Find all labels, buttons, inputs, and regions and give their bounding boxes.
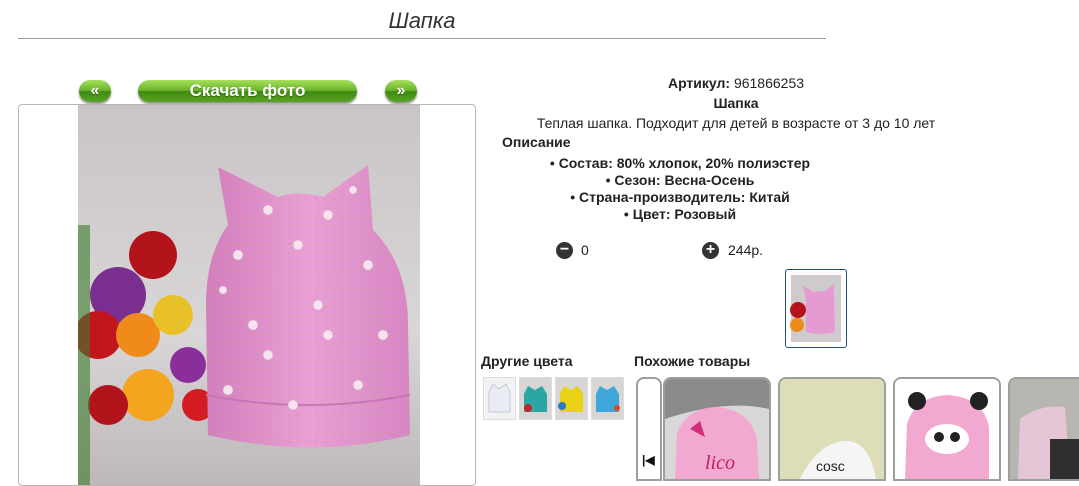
title-divider — [18, 38, 826, 39]
color-variant-white[interactable] — [483, 377, 516, 420]
next-photo-button[interactable]: » — [385, 80, 417, 102]
svg-text:lico: lico — [705, 452, 735, 474]
description-heading: Описание — [502, 134, 571, 150]
article-value: 961866253 — [733, 75, 805, 91]
minus-circle-icon[interactable]: − — [556, 242, 573, 259]
similar-product-card[interactable] — [1008, 377, 1079, 481]
feature-item: Страна-производитель: Китай — [480, 189, 880, 206]
thumbnail-image — [790, 275, 841, 342]
quantity-value: 0 — [581, 242, 589, 258]
color-variant-turquoise[interactable] — [519, 377, 552, 420]
product-description: Теплая шапка. Подходит для детей в возра… — [536, 115, 936, 131]
article-line: Артикул: 961866253 — [436, 75, 1036, 91]
color-variant-yellow[interactable] — [555, 377, 588, 420]
similar-product-card[interactable]: cosc — [778, 377, 886, 481]
feature-item: Состав: 80% хлопок, 20% полиэстер — [480, 155, 880, 172]
similar-product-card[interactable] — [893, 377, 1001, 481]
download-photo-button[interactable]: Скачать фото — [138, 80, 357, 102]
similar-carousel-prev-button[interactable]: |◀ — [636, 377, 662, 481]
feature-list: Состав: 80% хлопок, 20% полиэстер Сезон:… — [480, 155, 880, 223]
similar-product-card[interactable]: lico — [663, 377, 771, 481]
other-colors-heading: Другие цвета — [481, 353, 573, 369]
feature-item: Цвет: Розовый — [480, 206, 880, 223]
skip-back-icon: |◀ — [642, 453, 655, 467]
product-name: Шапка — [713, 95, 759, 111]
similar-products-heading: Похожие товары — [634, 353, 751, 369]
prev-photo-button[interactable]: « — [79, 80, 111, 102]
product-photo-frame — [18, 104, 476, 486]
svg-text:cosc: cosc — [816, 458, 845, 474]
product-photo — [78, 105, 420, 485]
article-label: Артикул: — [667, 75, 731, 91]
color-variant-blue[interactable] — [591, 377, 624, 420]
page-title: Шапка — [388, 8, 456, 33]
price-value: 244р. — [728, 242, 764, 258]
feature-item: Сезон: Весна-Осень — [480, 172, 880, 189]
plus-circle-icon[interactable]: + — [702, 242, 719, 259]
selected-photo-thumbnail[interactable] — [785, 269, 847, 348]
